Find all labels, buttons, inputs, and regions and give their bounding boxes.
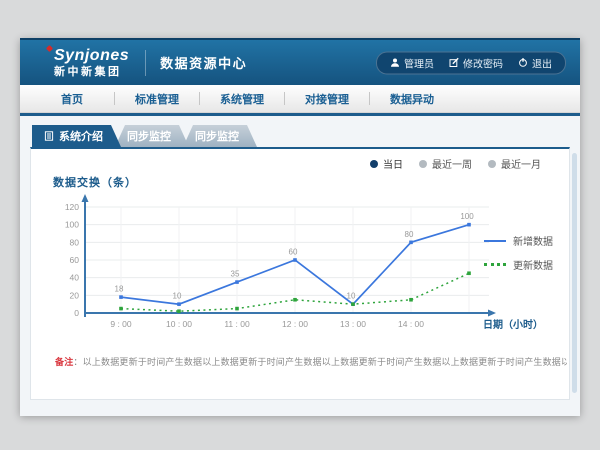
user-menu-label: 管理员 [404, 55, 434, 70]
user-menu-item-edit[interactable]: 修改密码 [449, 55, 503, 70]
app-window: Synjones 新中新集团 数据资源中心 管理员修改密码退出 首页标准管理系统… [20, 38, 580, 415]
tab-label: 系统介绍 [59, 128, 103, 144]
filter-radio-2[interactable]: 最近一月 [488, 156, 541, 171]
point-label: 18 [115, 285, 124, 294]
user-menu-item-user[interactable]: 管理员 [390, 55, 434, 70]
filter-radio-0[interactable]: 当日 [370, 156, 403, 171]
point-label: 10 [173, 292, 182, 301]
point-label: 80 [405, 230, 414, 239]
x-tick-label: 11 : 00 [224, 319, 250, 329]
series-0-point [177, 302, 181, 306]
footnote-text: ：以上数据更新于时间产生数据以上数据更新于时间产生数据以上数据更新于时间产生数据… [73, 357, 567, 367]
series-1-point [467, 271, 471, 275]
nav-item-0[interactable]: 首页 [30, 85, 114, 112]
series-1-point [351, 302, 355, 306]
point-label: 35 [231, 270, 240, 279]
content-area: 系统介绍 同步监控 同步监控 当日 最近一周 最近一月 数据交换（条） 0 20 40 60 8… [20, 116, 580, 416]
chart-legend: 新增数据更新数据 [484, 233, 553, 272]
footnote: 备注：以上数据更新于时间产生数据以上数据更新于时间产生数据以上数据更新于时间产生… [55, 355, 567, 368]
x-tick-label: 12 : 00 [282, 319, 308, 329]
tab-label: 同步监控 [195, 128, 239, 144]
user-menu-item-power[interactable]: 退出 [518, 55, 552, 70]
user-menu-label: 退出 [532, 55, 552, 70]
legend-label: 更新数据 [513, 257, 553, 272]
user-menu-label: 修改密码 [463, 55, 503, 70]
filter-label: 最近一月 [501, 156, 541, 171]
nav-item-4[interactable]: 数据异动 [370, 85, 454, 112]
series-0-point [293, 258, 297, 262]
radio-dot-icon [419, 160, 427, 168]
tab-0[interactable]: 系统介绍 [32, 125, 121, 147]
logo-text-en: Synjones [54, 48, 129, 64]
legend-item-1[interactable]: 更新数据 [484, 257, 553, 272]
app-header: Synjones 新中新集团 数据资源中心 管理员 修改密码 退出 [20, 38, 580, 85]
document-icon [44, 131, 54, 141]
legend-swatch-dotted [484, 263, 506, 266]
nav-item-1[interactable]: 标准管理 [115, 85, 199, 112]
y-tick-label: 120 [65, 202, 79, 212]
chart-panel: 当日 最近一周 最近一月 数据交换（条） 0 20 40 60 80 100 120 9 : 00… [30, 147, 570, 400]
series-0-point [409, 241, 413, 245]
nav-item-3[interactable]: 对接管理 [285, 85, 369, 112]
footnote-label: 备注 [55, 357, 73, 367]
nav-item-2[interactable]: 系统管理 [200, 85, 284, 112]
series-1-point [119, 307, 123, 311]
tab-label: 同步监控 [127, 128, 171, 144]
logo-text-cn: 新中新集团 [54, 67, 129, 78]
series-1-point [235, 307, 239, 311]
tab-bar: 系统介绍 同步监控 同步监控 [32, 125, 580, 147]
filter-label: 最近一周 [432, 156, 472, 171]
legend-swatch-solid [484, 240, 506, 242]
x-axis-arrow-icon [488, 310, 496, 317]
tab-2[interactable]: 同步监控 [183, 125, 257, 147]
legend-item-0[interactable]: 新增数据 [484, 233, 553, 248]
series-0-point [119, 295, 123, 299]
y-axis-arrow-icon [82, 194, 89, 202]
point-label: 10 [347, 292, 356, 301]
x-tick-label: 9 : 00 [110, 319, 132, 329]
y-tick-label: 20 [70, 290, 80, 300]
x-axis-title: 日期（小时） [483, 318, 543, 331]
line-chart: 0 20 40 60 80 100 120 9 : 00 10 : 00 11 : 00 12 : … [43, 191, 545, 351]
radio-dot-icon [488, 160, 496, 168]
panel-scrollbar[interactable] [572, 153, 577, 393]
y-tick-label: 60 [70, 255, 80, 265]
y-tick-label: 100 [65, 220, 79, 230]
tab-1[interactable]: 同步监控 [115, 125, 189, 147]
edit-icon [449, 58, 459, 68]
x-tick-label: 13 : 00 [340, 319, 366, 329]
legend-label: 新增数据 [513, 233, 553, 248]
x-tick-label: 14 : 00 [398, 319, 424, 329]
power-icon [518, 58, 528, 68]
page-title: 数据资源中心 [160, 53, 247, 72]
filter-label: 当日 [383, 156, 403, 171]
series-1-point [177, 309, 181, 313]
logo[interactable]: Synjones 新中新集团 [54, 48, 129, 78]
header-divider [145, 50, 146, 76]
series-0-point [235, 280, 239, 284]
radio-dot-icon [370, 160, 378, 168]
user-icon [390, 58, 400, 68]
y-tick-label: 40 [70, 273, 80, 283]
range-filters: 当日 最近一周 最近一月 [370, 156, 541, 171]
series-1-point [409, 298, 413, 302]
x-tick-label: 10 : 00 [166, 319, 192, 329]
filter-radio-1[interactable]: 最近一周 [419, 156, 472, 171]
series-0-point [467, 223, 471, 227]
user-menu: 管理员 修改密码 退出 [376, 51, 566, 74]
logo-accent-mark [46, 44, 53, 51]
point-label: 100 [460, 212, 474, 221]
y-tick-label: 80 [70, 237, 80, 247]
y-tick-label: 0 [74, 308, 79, 318]
main-nav: 首页标准管理系统管理对接管理数据异动 [20, 85, 580, 113]
point-label: 60 [289, 248, 298, 257]
y-axis-title: 数据交换（条） [53, 174, 137, 190]
series-1-point [293, 298, 297, 302]
